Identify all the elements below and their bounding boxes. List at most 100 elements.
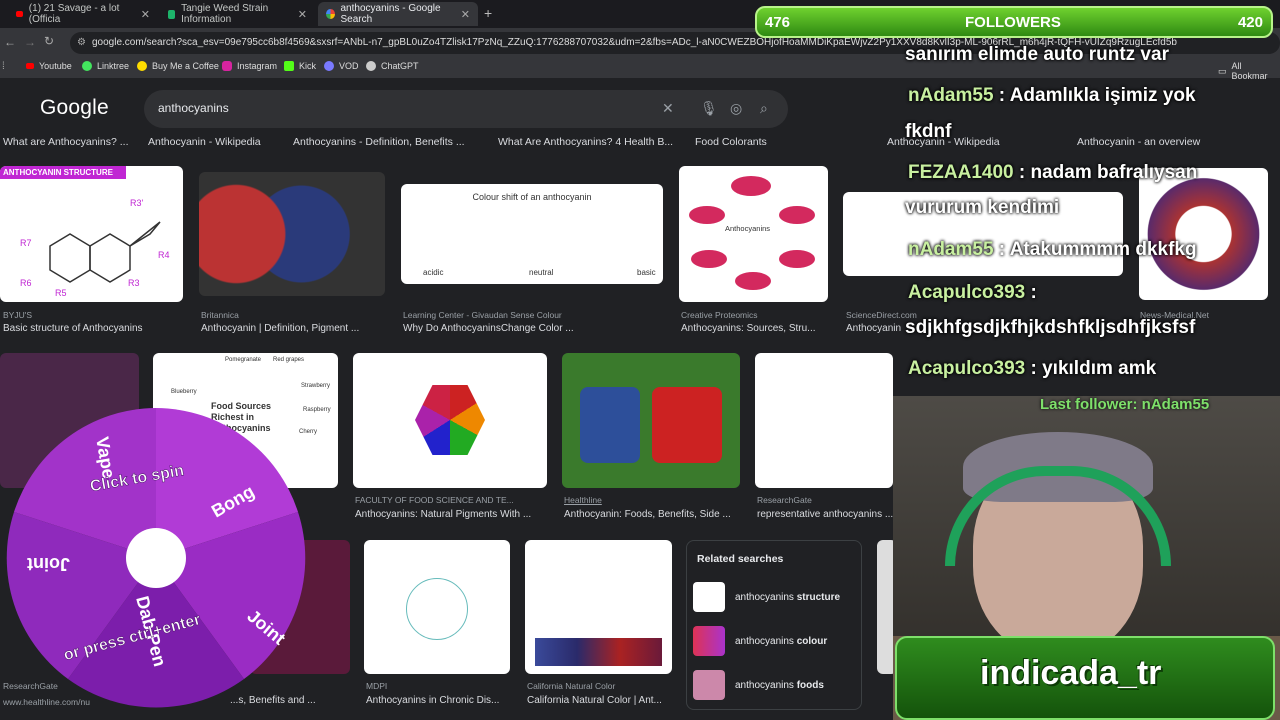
followers-goal: 420 — [1237, 14, 1263, 31]
close-icon[interactable]: ✕ — [298, 8, 307, 21]
close-icon[interactable]: ✕ — [141, 8, 150, 21]
site-info-icon[interactable]: ⚙ — [77, 32, 86, 54]
result-source[interactable]: Healthline — [564, 495, 740, 505]
result-source[interactable]: MDPI — [366, 681, 506, 691]
bookmark-vod[interactable]: VOD — [324, 61, 359, 71]
lens-icon[interactable]: ◎ — [730, 100, 742, 117]
svg-text:R4': R4' — [158, 250, 170, 260]
chatgpt-icon — [366, 61, 376, 71]
related-item[interactable]: anthocyanins foods — [693, 667, 853, 703]
chat-message: sdjkhfgsdjkfhjkdshfkljsdhfjksfsf — [905, 317, 1195, 339]
followers-label: FOLLOWERS — [965, 14, 1061, 31]
image-sub: acidic — [423, 268, 444, 277]
tab-google[interactable]: anthocyanins - Google Search ✕ — [318, 2, 478, 26]
chip[interactable]: Anthocyanins - Definition, Benefits ... — [293, 136, 465, 148]
bookmark-chatgpt[interactable]: ChatGPT — [366, 61, 419, 71]
image-result-healthline[interactable] — [562, 353, 740, 488]
image-result-hexagon[interactable] — [353, 353, 547, 488]
microphone-icon[interactable]: 🎙 — [700, 100, 718, 117]
result-title[interactable]: Basic structure of Anthocyanins — [3, 323, 183, 334]
image-sub: basic — [637, 268, 656, 277]
image-result-news-medical[interactable] — [1139, 168, 1268, 300]
result-title[interactable]: Anthocyanins: Natural Pigments With ... — [355, 509, 547, 520]
result-title[interactable]: California Natural Color | Ant... — [527, 695, 672, 706]
back-icon[interactable]: ← — [4, 35, 16, 49]
close-icon[interactable]: ✕ — [461, 8, 470, 21]
diagram-circle — [406, 578, 468, 640]
clear-icon[interactable]: ✕ — [662, 100, 674, 117]
result-title[interactable]: Anthocyanin | Definition, Pigment ... — [201, 323, 386, 334]
bookmark-linktree[interactable]: Linktree — [82, 61, 129, 71]
chip[interactable]: Anthocyanin - Wikipedia — [148, 136, 261, 148]
related-item[interactable]: anthocyanins structure — [693, 579, 853, 615]
redcurrant-basket — [652, 387, 722, 463]
apps-icon[interactable]: ⁞ — [2, 61, 5, 72]
spin-wheel[interactable]: Bong Joint Joint Dab Pen Vape Click to s… — [0, 402, 312, 714]
google-logo[interactable]: Google — [40, 96, 109, 120]
all-bookmarks[interactable]: ▭ All Bookmar — [1218, 61, 1280, 81]
tab-youtube[interactable]: (1) 21 Savage - a lot (Officia ✕ — [8, 2, 158, 26]
image-result-mdpi[interactable] — [364, 540, 510, 674]
search-icon[interactable]: ⌕ — [760, 100, 768, 117]
result-source[interactable]: ResearchGate — [757, 495, 893, 505]
followers-goal-bar: 476 FOLLOWERS 420 — [755, 6, 1273, 38]
chat-username: Acapulco393 — [908, 282, 1026, 303]
chip[interactable]: What Are Anthocyanins? 4 Health B... — [498, 136, 673, 148]
wheel-hub — [126, 528, 186, 588]
color-swatches — [535, 638, 662, 666]
result-title[interactable]: Anthocyanins in Chronic Dis... — [366, 695, 510, 706]
svg-text:R5: R5 — [55, 288, 67, 296]
result-source[interactable]: BYJU'S — [3, 310, 173, 320]
result-source[interactable]: California Natural Color — [527, 681, 672, 691]
chat-message: Acapulco393 : yıkıldım amk — [908, 358, 1156, 380]
tab-title: anthocyanins - Google Search — [340, 3, 441, 25]
result-source[interactable]: Creative Proteomics — [681, 310, 831, 320]
bookmark-instagram[interactable]: Instagram — [222, 61, 277, 71]
result-source[interactable]: Britannica — [201, 310, 371, 320]
chip[interactable]: What are Anthocyanins? ... — [3, 136, 129, 148]
chip[interactable]: Anthocyanin - an overview — [1077, 136, 1200, 148]
image-result-byjus[interactable]: ANTHOCYANIN STRUCTURE R7 R6 R3' R4' R3 R5 — [0, 166, 183, 302]
result-source[interactable]: Learning Center - Givaudan Sense Colour — [403, 310, 663, 320]
chat-username: Acapulco393 — [908, 358, 1026, 379]
bookmark-youtube[interactable]: Youtube — [26, 61, 72, 71]
instagram-icon — [222, 61, 232, 71]
result-source[interactable]: FACULTY OF FOOD SCIENCE AND TE... — [355, 495, 545, 505]
result-title[interactable]: Anthocyanins: Sources, Stru... — [681, 323, 831, 334]
structure-diagram: R7 R6 R3' R4' R3 R5 — [20, 198, 170, 296]
related-bold: foods — [796, 679, 824, 691]
svg-text:R3: R3 — [128, 278, 140, 288]
image-result-creative-proteomics[interactable]: Anthocyanins — [679, 166, 828, 302]
bookmark-buymeacoffee[interactable]: Buy Me a Coffee — [137, 61, 219, 71]
vod-icon — [324, 61, 334, 71]
result-title[interactable]: Why Do AnthocyaninsChange Color ... — [403, 323, 663, 334]
search-input[interactable]: anthocyanins — [158, 101, 229, 115]
image-result-givaudan[interactable]: Colour shift of an anthocyanin acidic ne… — [401, 184, 663, 284]
folder-icon: ▭ — [1218, 65, 1227, 76]
tab-tangie[interactable]: Tangie Weed Strain Information ✕ — [160, 2, 315, 26]
related-prefix: anthocyanins — [735, 635, 797, 647]
chip[interactable]: Food Colorants — [695, 136, 767, 148]
image-result-researchgate[interactable] — [755, 353, 893, 488]
leafly-icon — [168, 9, 176, 19]
reload-icon[interactable]: ↻ — [44, 34, 54, 48]
image-result-california[interactable] — [525, 540, 672, 674]
chat-text: fkdnf — [905, 121, 952, 142]
bookmark-kick[interactable]: Kick — [284, 61, 316, 71]
wheel-label: Joint — [27, 554, 70, 574]
bookmark-label: Instagram — [237, 61, 278, 71]
result-title[interactable]: Anthocyanin — [846, 323, 906, 334]
tab-title: (1) 21 Savage - a lot (Officia — [28, 3, 120, 25]
chat-text: : — [1025, 282, 1037, 303]
result-title[interactable]: Anthocyanin: Foods, Benefits, Side ... — [564, 509, 740, 520]
coffee-icon — [137, 61, 147, 71]
result-title[interactable]: representative anthocyanins ... — [757, 509, 893, 520]
bookmark-label: ChatGPT — [381, 61, 419, 71]
chat-message: Acapulco393 : — [908, 282, 1037, 304]
image-result-britannica[interactable] — [199, 172, 385, 296]
image-sub: Red grapes — [273, 357, 305, 363]
related-item[interactable]: anthocyanins colour — [693, 623, 853, 659]
forward-icon[interactable]: → — [24, 35, 36, 49]
new-tab-button[interactable]: + — [484, 5, 492, 21]
search-box[interactable]: anthocyanins ✕ 🎙 ◎ ⌕ — [144, 90, 788, 128]
